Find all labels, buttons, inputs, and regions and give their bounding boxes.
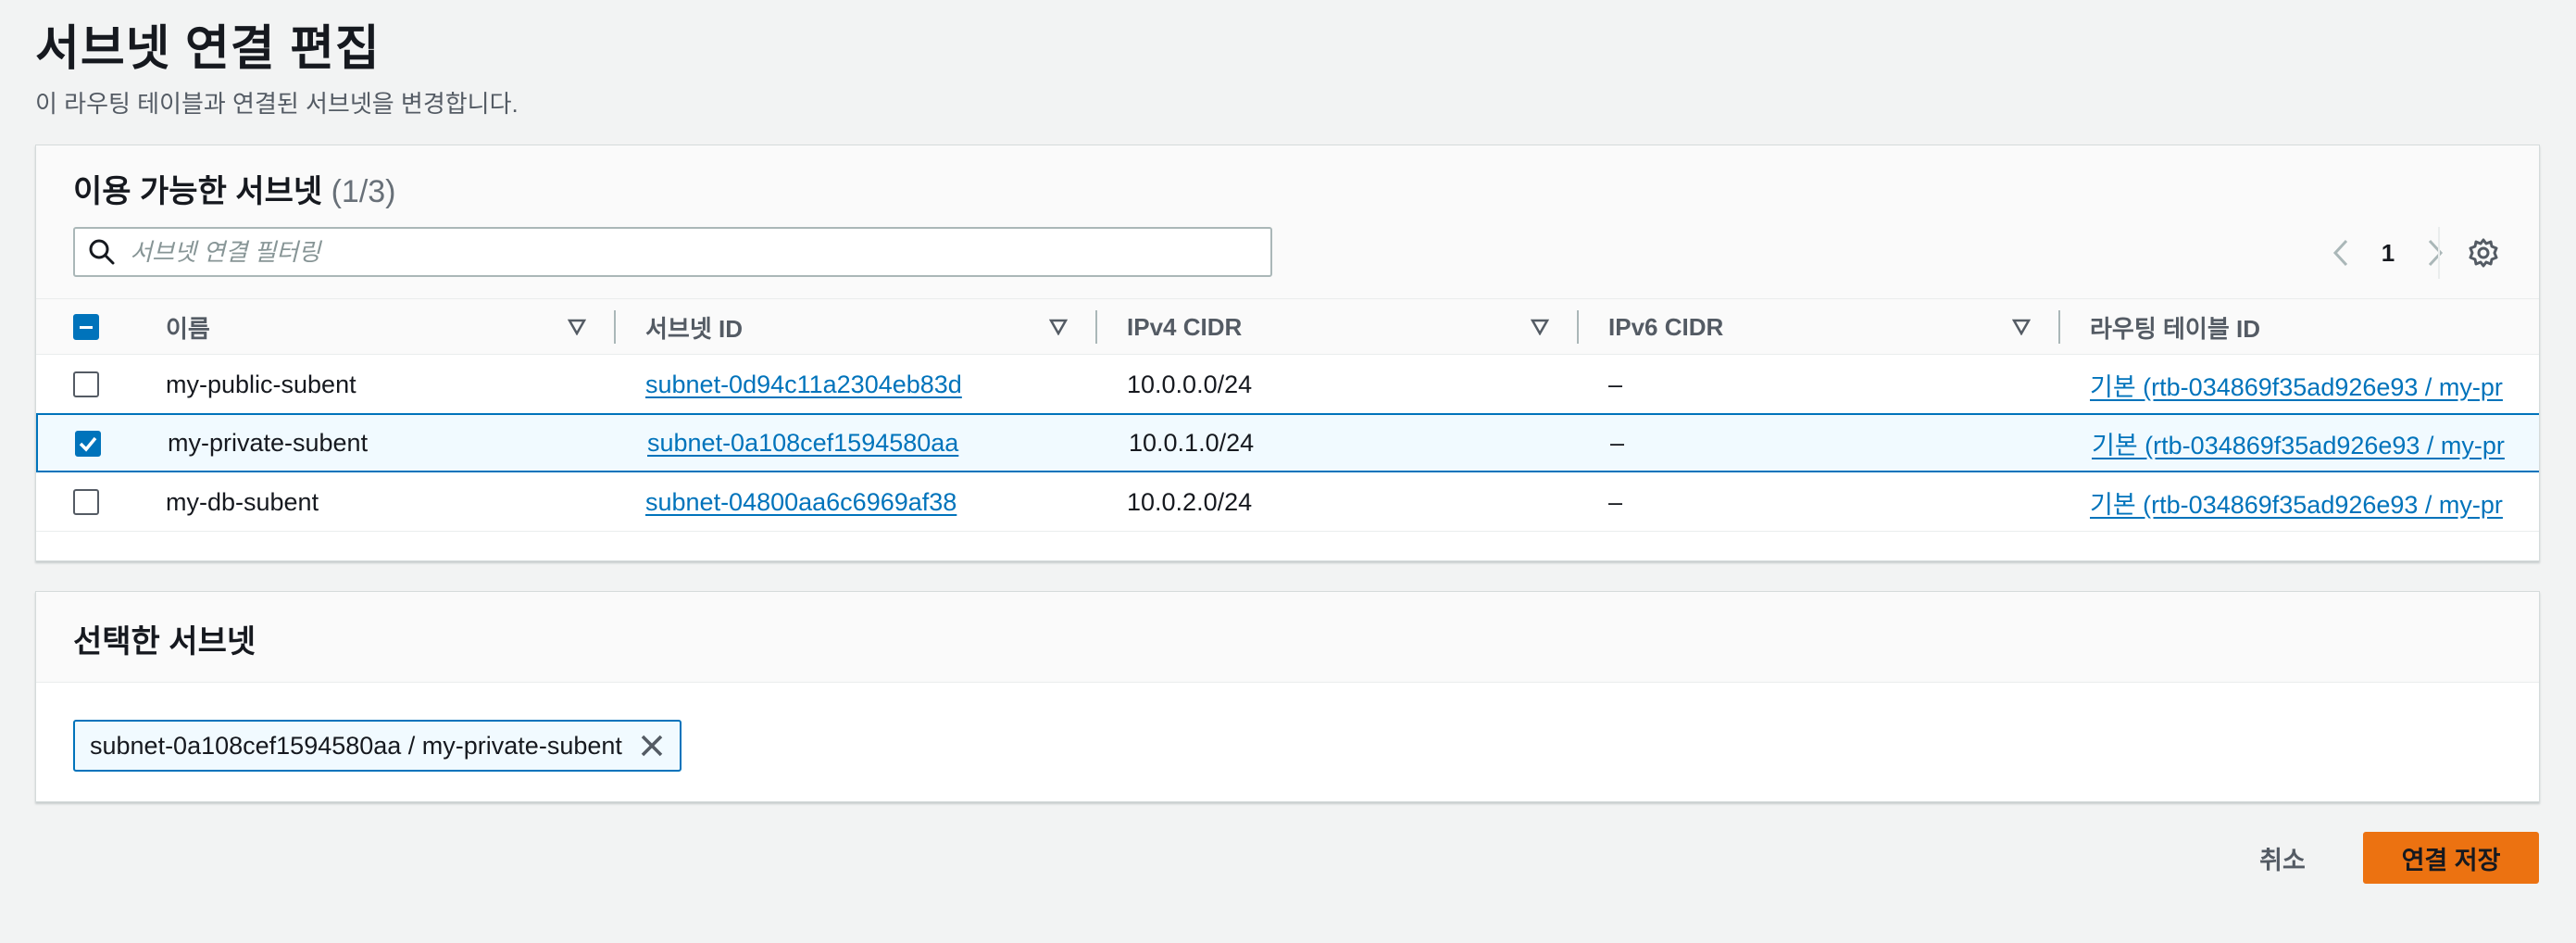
subnet-filter-search[interactable] xyxy=(73,227,1272,277)
save-associations-button[interactable]: 연결 저장 xyxy=(2363,832,2539,884)
column-divider[interactable] xyxy=(2058,310,2060,344)
settings-gear-icon[interactable] xyxy=(2460,231,2507,275)
select-all-checkbox[interactable] xyxy=(73,314,99,340)
column-header-subnet-id-label: 서브넷 ID xyxy=(645,314,743,343)
selected-subnets-title: 선택한 서브넷 xyxy=(73,624,256,660)
column-header-ipv6-cidr-label: IPv6 CIDR xyxy=(1608,312,1724,341)
checkmark-icon xyxy=(79,436,97,452)
available-subnets-panel: 이용 가능한 서브넷 (1/3) 1 xyxy=(35,145,2540,561)
selected-subnet-token-label: subnet-0a108cef1594580aa / my-private-su… xyxy=(90,731,622,760)
ipv6-cidr: – xyxy=(1608,370,1623,398)
subnet-filter-input[interactable] xyxy=(128,236,1270,268)
column-divider[interactable] xyxy=(1577,310,1579,344)
subnets-table: 이름 서브넷 ID IPv4 CIDR IPv6 CIDR 라우팅 테이블 ID… xyxy=(36,299,2539,532)
row-checkbox-checked[interactable] xyxy=(75,431,101,457)
column-header-subnet-id[interactable]: 서브넷 ID xyxy=(645,299,743,355)
pagination: 1 xyxy=(2314,231,2462,275)
route-table-link[interactable]: 기본 (rtb-034869f35ad926e93 / my-pr xyxy=(2090,472,2539,532)
row-checkbox[interactable] xyxy=(73,371,99,397)
route-table-link[interactable]: 기본 (rtb-034869f35ad926e93 / my-pr xyxy=(2090,355,2539,414)
route-table-link[interactable]: 기본 (rtb-034869f35ad926e93 / my-pr xyxy=(2092,415,2539,471)
current-page-number[interactable]: 1 xyxy=(2370,239,2407,268)
column-header-route-table-id[interactable]: 라우팅 테이블 ID xyxy=(2090,299,2260,355)
table-header: 이름 서브넷 ID IPv4 CIDR IPv6 CIDR 라우팅 테이블 ID xyxy=(36,299,2539,355)
sort-name-icon[interactable] xyxy=(568,299,586,355)
pager-divider xyxy=(2438,227,2440,279)
column-header-route-table-id-label: 라우팅 테이블 ID xyxy=(2090,314,2260,343)
row-checkbox[interactable] xyxy=(73,489,99,515)
page-title: 서브넷 연결 편집 xyxy=(35,22,381,76)
cancel-button[interactable]: 취소 xyxy=(2241,832,2324,884)
ipv6-cidr: – xyxy=(1610,428,1625,457)
column-header-ipv4-cidr[interactable]: IPv4 CIDR xyxy=(1127,299,1242,355)
subnet-id-link[interactable]: subnet-0a108cef1594580aa xyxy=(647,415,958,471)
table-row-selected[interactable]: my-private-subent subnet-0a108cef1594580… xyxy=(36,413,2539,472)
sort-subnet-id-icon[interactable] xyxy=(1049,299,1068,355)
previous-page-icon[interactable] xyxy=(2314,231,2370,275)
ipv6-cidr: – xyxy=(1608,487,1623,516)
selected-subnets-panel: 선택한 서브넷 subnet-0a108cef1594580aa / my-pr… xyxy=(35,591,2540,802)
subnet-id-link[interactable]: subnet-04800aa6c6969af38 xyxy=(645,472,957,532)
sort-ipv4-cidr-icon[interactable] xyxy=(1531,299,1549,355)
subnet-name: my-private-subent xyxy=(168,428,369,457)
column-header-name-label: 이름 xyxy=(166,314,210,343)
search-icon xyxy=(75,229,128,275)
column-header-name[interactable]: 이름 xyxy=(166,299,210,355)
table-row[interactable]: my-public-subent subnet-0d94c11a2304eb83… xyxy=(36,355,2539,414)
sort-ipv6-cidr-icon[interactable] xyxy=(2012,299,2031,355)
column-header-ipv4-cidr-label: IPv4 CIDR xyxy=(1127,312,1243,341)
selected-subnets-header: 선택한 서브넷 xyxy=(36,592,2539,683)
available-subnets-title-text: 이용 가능한 서브넷 xyxy=(73,174,323,209)
subnet-name: my-public-subent xyxy=(166,370,356,398)
ipv4-cidr: 10.0.0.0/24 xyxy=(1127,370,1253,398)
available-subnets-header: 이용 가능한 서브넷 (1/3) 1 xyxy=(36,145,2539,299)
column-divider[interactable] xyxy=(1095,310,1097,344)
remove-token-close-icon[interactable] xyxy=(639,733,665,759)
available-subnets-count: (1/3) xyxy=(331,174,396,209)
table-row[interactable]: my-db-subent subnet-04800aa6c6969af38 10… xyxy=(36,472,2539,532)
page-description: 이 라우팅 테이블과 연결된 서브넷을 변경합니다. xyxy=(35,90,519,118)
ipv4-cidr: 10.0.2.0/24 xyxy=(1127,487,1253,516)
column-header-ipv6-cidr[interactable]: IPv6 CIDR xyxy=(1608,299,1723,355)
column-divider[interactable] xyxy=(614,310,616,344)
available-subnets-title: 이용 가능한 서브넷 (1/3) xyxy=(73,166,396,211)
selected-subnet-token: subnet-0a108cef1594580aa / my-private-su… xyxy=(73,720,682,772)
subnet-id-link[interactable]: subnet-0d94c11a2304eb83d xyxy=(645,355,962,414)
next-page-icon[interactable] xyxy=(2407,231,2462,275)
ipv4-cidr: 10.0.1.0/24 xyxy=(1129,428,1255,457)
subnet-name: my-db-subent xyxy=(166,487,319,516)
